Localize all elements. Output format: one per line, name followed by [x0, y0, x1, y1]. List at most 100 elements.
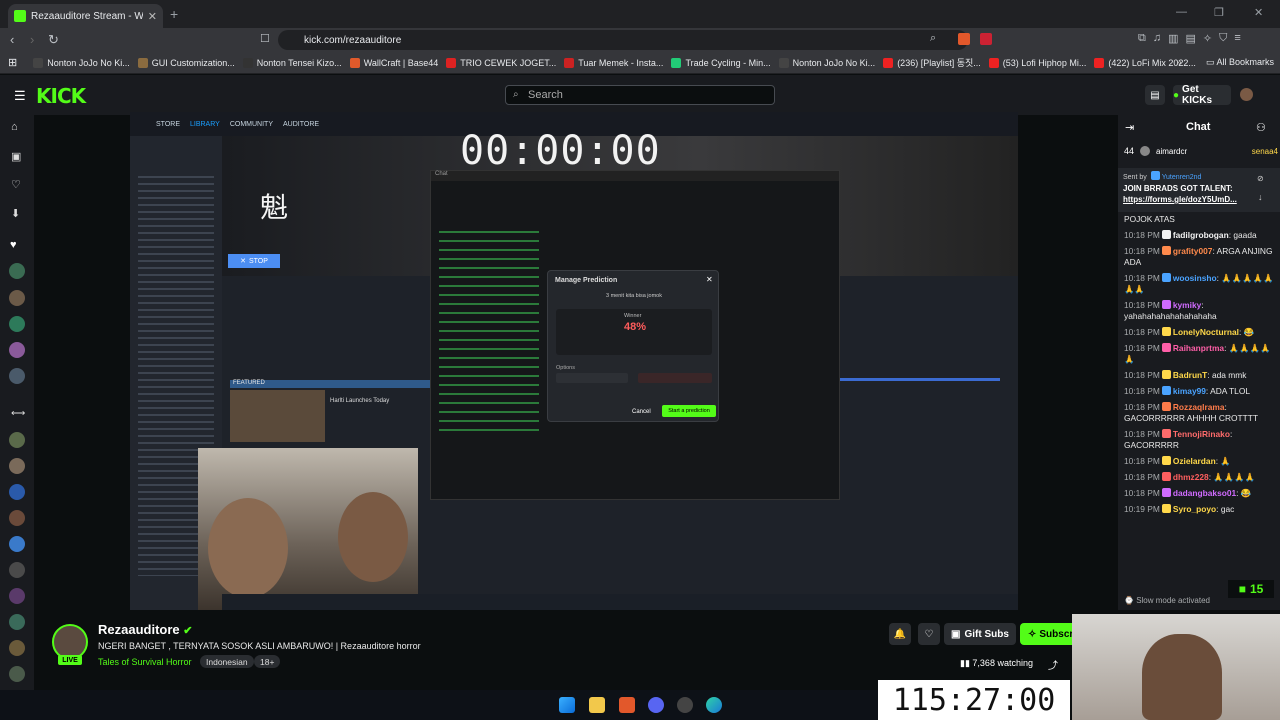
close-tab-icon[interactable]: ✕ [148, 10, 157, 23]
followed-channel-avatar[interactable] [9, 316, 25, 332]
bookmark-icon[interactable]: ☐ [260, 32, 270, 45]
expand-pin-icon[interactable]: ↓ [1258, 192, 1263, 202]
edge-icon[interactable] [706, 697, 722, 713]
recommended-channel-avatar[interactable] [9, 510, 25, 526]
extensions-icon[interactable]: ⧉ [1138, 32, 1146, 45]
pinned-message[interactable]: Sent by Yutenren2nd JOIN BRRADS GOT TALE… [1118, 168, 1280, 212]
stream-category[interactable]: Tales of Survival Horror [98, 657, 192, 667]
followed-channel-avatar[interactable] [9, 263, 25, 279]
brave-browser-icon[interactable] [619, 697, 635, 713]
recommended-channel-avatar[interactable] [9, 432, 25, 448]
bookmark-item[interactable]: Nonton JoJo No Ki... [33, 56, 130, 69]
chat-text: 😂 [1243, 327, 1255, 337]
notification-bell-icon[interactable]: 🔔 [889, 623, 911, 645]
file-explorer-icon[interactable] [589, 697, 605, 713]
recommended-channel-avatar[interactable] [9, 484, 25, 500]
bookmark-item[interactable]: (236) [Playlist] 동짓... [883, 56, 981, 69]
get-kicks-button[interactable]: ● Get KICKs [1173, 84, 1231, 106]
bookmark-item[interactable]: (53) Lofi Hiphop Mi... [988, 56, 1086, 69]
chat-username[interactable]: LonelyNocturnal [1173, 327, 1239, 337]
notifications-icon[interactable]: ▤ [1145, 85, 1165, 105]
sidebar-icon[interactable]: ▥ [1168, 32, 1178, 45]
bookmark-item[interactable]: TRIO CEWEK JOGET... [446, 56, 556, 69]
chat-username[interactable]: kimay99 [1173, 386, 1206, 396]
media-icon[interactable]: ♫ [1153, 32, 1161, 45]
recommended-channel-avatar[interactable] [9, 614, 25, 630]
maximize-icon[interactable]: ❐ [1214, 6, 1224, 19]
forward-icon[interactable]: › [30, 32, 34, 47]
recommended-channel-avatar[interactable] [9, 588, 25, 604]
browser-tab[interactable]: Rezaauditore Stream - Watch ✕ [8, 4, 163, 28]
ai-icon[interactable]: ✧ [1203, 32, 1212, 45]
expand-sidebar-icon[interactable]: ⟷ [11, 408, 25, 419]
share-icon[interactable]: ⤴ [1048, 657, 1058, 672]
all-bookmarks[interactable]: ▭ All Bookmarks [1206, 57, 1274, 68]
recommended-channel-avatar[interactable] [9, 536, 25, 552]
kick-count-badge[interactable]: ■ 15 [1228, 580, 1274, 598]
discord-icon[interactable] [648, 697, 664, 713]
recommended-channel-avatar[interactable] [9, 640, 25, 656]
chat-username[interactable]: grafity007 [1173, 246, 1213, 256]
user-avatar[interactable] [1240, 88, 1253, 101]
bookmark-item[interactable]: GUI Customization... [137, 56, 235, 69]
unpin-icon[interactable]: ⊘ [1257, 174, 1264, 183]
bookmark-item[interactable]: Nonton JoJo No Ki... [778, 56, 875, 69]
chat-username[interactable]: kymiky [1173, 300, 1201, 310]
favorites-icon[interactable]: ♥ [10, 239, 17, 251]
video-player[interactable]: STORE LIBRARY COMMUNITY AUDITORE 魁 ✕ STO… [130, 112, 1018, 610]
chat-username[interactable]: fadilgrobogan [1173, 230, 1229, 240]
url-bar[interactable]: kick.com/rezaauditore [278, 30, 968, 50]
close-window-icon[interactable]: ✕ [1254, 6, 1263, 19]
obs-icon[interactable] [677, 697, 693, 713]
bookmarks-overflow-icon[interactable]: » [1176, 57, 1182, 68]
tag-language[interactable]: Indonesian [200, 655, 254, 668]
chat-username[interactable]: dadangbakso01 [1173, 488, 1236, 498]
channel-name[interactable]: Rezaauditore ✔ [98, 622, 192, 637]
chat-users-icon[interactable]: ⚇ [1256, 121, 1266, 134]
search-input[interactable]: ⌕ Search [505, 85, 775, 105]
hamburger-menu-icon[interactable]: ☰ [14, 88, 26, 104]
menu-icon[interactable]: ≡ [1234, 32, 1240, 45]
new-tab-button[interactable]: + [170, 6, 178, 22]
subscribe-button[interactable]: ✧Subscribe [1020, 623, 1072, 645]
recommended-channel-avatar[interactable] [9, 458, 25, 474]
chat-username[interactable]: Ozielardan [1173, 456, 1216, 466]
bookmark-item[interactable]: WallCraft | Base44 [349, 56, 438, 69]
brave-rewards-icon[interactable] [980, 33, 992, 45]
wallet-icon[interactable]: ▤ [1186, 32, 1196, 45]
apps-icon[interactable]: ⊞ [8, 56, 17, 69]
bookmark-item[interactable]: Trade Cycling - Min... [671, 56, 771, 69]
chat-username[interactable]: dhmz228 [1173, 472, 1209, 482]
chat-username[interactable]: Raihanprtma [1173, 343, 1224, 353]
chat-username[interactable]: Rozzaqlrama [1173, 402, 1225, 412]
home-icon[interactable]: ⌂ [11, 121, 18, 133]
followed-channel-avatar[interactable] [9, 342, 25, 358]
browse-icon[interactable]: ▣ [11, 150, 21, 163]
brave-shield-icon[interactable] [958, 33, 970, 45]
gift-subs-button[interactable]: ▣ Gift Subs [944, 623, 1016, 645]
followed-channel-avatar[interactable] [9, 290, 25, 306]
bookmark-item[interactable]: Tuar Memek - Insta... [564, 56, 663, 69]
follow-heart-icon[interactable]: ♡ [918, 623, 940, 645]
recommended-channel-avatar[interactable] [9, 666, 25, 682]
recommended-channel-avatar[interactable] [9, 562, 25, 578]
windows-start-icon[interactable] [559, 697, 575, 713]
collapse-chat-icon[interactable]: ⇥ [1125, 121, 1134, 134]
chat-username[interactable]: BadrunT [1173, 370, 1207, 380]
chat-username[interactable]: TennojiRinako [1173, 429, 1230, 439]
reload-icon[interactable]: ↻ [48, 32, 59, 48]
clips-icon[interactable]: ⬇ [11, 207, 20, 220]
zoom-search-icon[interactable]: ⌕ [930, 32, 936, 45]
pinned-link[interactable]: https://forms.gle/dozY5UmD... [1123, 194, 1275, 205]
subscriber-badge-icon [1161, 456, 1171, 465]
vpn-icon[interactable]: ⛉ [1219, 32, 1227, 45]
chat-username[interactable]: Syro_poyo [1173, 504, 1216, 514]
bookmark-item[interactable]: Nonton Tensei Kizo... [242, 56, 342, 69]
tag-age[interactable]: 18+ [254, 655, 281, 668]
minimize-icon[interactable]: — [1176, 6, 1187, 18]
chat-username[interactable]: woosinsho [1173, 273, 1217, 283]
following-icon[interactable]: ♡ [11, 178, 21, 191]
back-icon[interactable]: ‹ [10, 32, 14, 47]
followed-channel-avatar[interactable] [9, 368, 25, 384]
kick-logo[interactable]: KICK [36, 84, 86, 108]
